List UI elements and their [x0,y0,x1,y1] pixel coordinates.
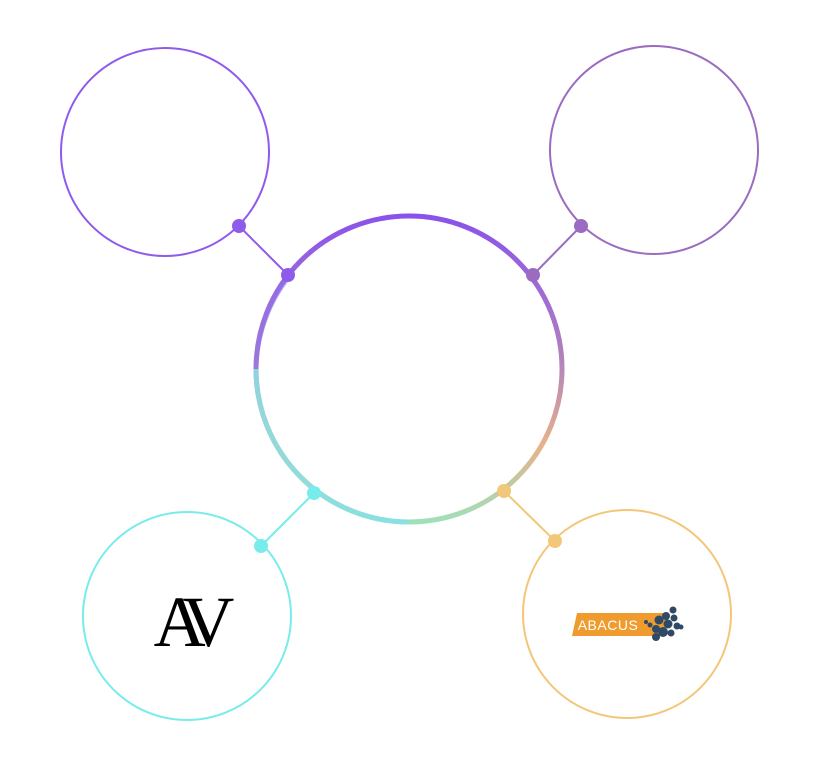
connector-dot-top-right-outer [574,219,588,233]
av-monogram-logo: AV [154,582,235,662]
hub-diagram: AV ABACUS [60,45,759,721]
center-hub [253,213,565,525]
node-bottom-right[interactable]: ABACUS [497,484,732,719]
abacus-logo: ABACUS [572,606,684,641]
connector-top-left [238,225,289,276]
node-top-left[interactable] [60,47,295,282]
connector-dot-top-left-inner [281,268,295,282]
connector-dot-bottom-left-inner [307,486,321,500]
node-bottom-left[interactable]: AV [82,486,321,721]
connector-bottom-right [503,490,556,542]
abacus-logo-text: ABACUS [578,617,639,633]
connector-dot-top-left-outer [232,219,246,233]
connector-top-right [532,225,582,276]
connector-dot-bottom-right-outer [548,534,562,548]
connector-bottom-left [260,492,315,547]
node-top-right[interactable] [526,45,759,282]
connector-dot-bottom-right-inner [497,484,511,498]
connector-dot-bottom-left-outer [254,539,268,553]
connector-dot-top-right-inner [526,268,540,282]
